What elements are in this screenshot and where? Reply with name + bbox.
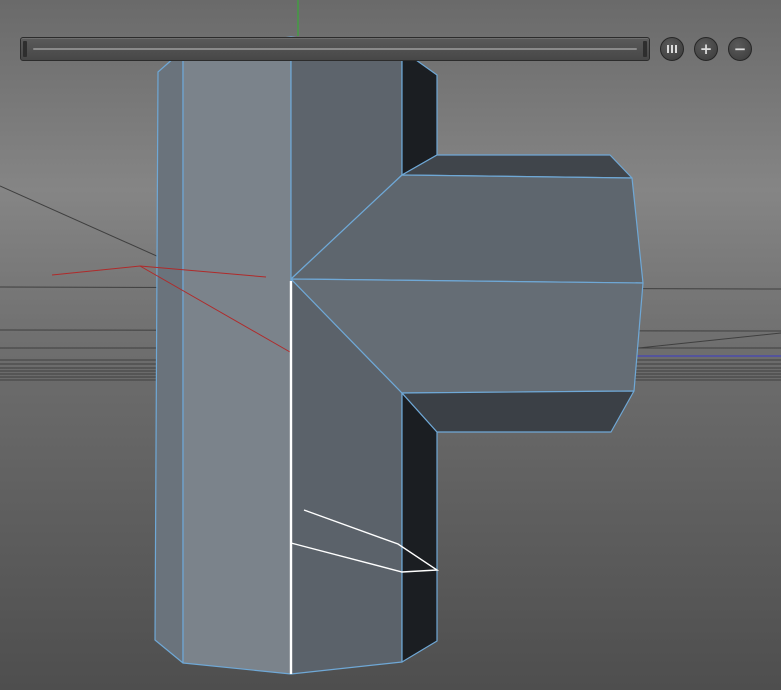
grid-bars-icon (667, 45, 677, 53)
timeline-scrubber[interactable] (20, 37, 650, 61)
timeline-track[interactable] (33, 48, 637, 50)
mesh-face-left-bevel[interactable] (154, 49, 184, 664)
timeline-end-handle[interactable] (643, 41, 647, 57)
mesh-face-branch-top[interactable] (401, 154, 633, 179)
minus-icon: − (733, 39, 747, 58)
zoom-out-button[interactable]: − (728, 37, 752, 61)
mesh-face-front-left[interactable] (182, 36, 292, 675)
view-mode-button[interactable] (660, 37, 684, 61)
viewport-scene[interactable] (0, 0, 781, 690)
mesh-face-branch-bottom[interactable] (401, 390, 635, 433)
timeline-start-handle[interactable] (23, 41, 27, 57)
3d-viewport[interactable]: + − (0, 0, 781, 690)
mesh-face-dark-side-bottom[interactable] (401, 392, 438, 663)
zoom-in-button[interactable]: + (694, 37, 718, 61)
plus-icon: + (699, 39, 713, 58)
view-controls: + − (660, 37, 752, 61)
